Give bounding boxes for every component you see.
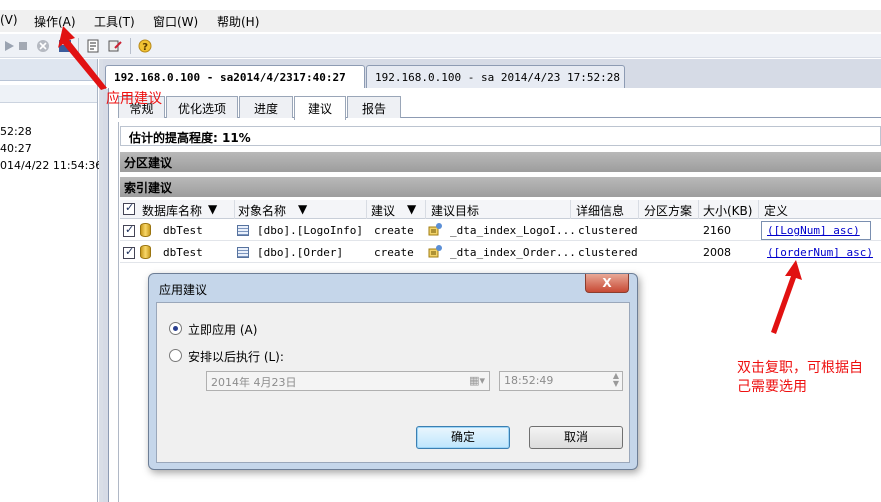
row-detail: clustered (578, 246, 638, 259)
row-target: _dta_index_LogoI... (450, 224, 576, 237)
row-detail: clustered (578, 224, 638, 237)
session-monitor-panel: 52:28 40:27 014/4/22 11:54:36 (0, 59, 102, 502)
schedule-later-label[interactable]: 安排以后执行 (L): (188, 348, 284, 365)
ok-button[interactable]: 确定 (416, 426, 510, 449)
col-database-filter[interactable]: ▼ (208, 202, 217, 216)
col-action[interactable]: 建议 (371, 202, 395, 219)
table-icon (237, 225, 249, 236)
export-icon[interactable] (108, 39, 122, 53)
annotation-copy-hint-1: 双击复职，可根据自 (737, 360, 863, 376)
tab-reports[interactable]: 报告 (347, 96, 401, 118)
table-icon (237, 247, 249, 258)
cancel-button[interactable]: 取消 (529, 426, 623, 449)
row-db-name: dbTest (163, 224, 203, 237)
schedule-time-field[interactable]: 18:52:49 ▲ ▼ (499, 371, 623, 391)
row-action: create (374, 246, 414, 259)
row-target: _dta_index_Order... (450, 246, 576, 259)
tab-session-1[interactable]: 192.168.0.100 - sa2014/4/2317:40:27 (105, 65, 365, 89)
schedule-date-field[interactable]: 2014年 4月23日 ▦▾ (206, 371, 490, 391)
calendar-dropdown-icon[interactable]: ▦▾ (469, 374, 485, 387)
tab-progress[interactable]: 进度 (239, 96, 293, 118)
apply-recommendations-dialog: 应用建议 X 立即应用 (A) 安排以后执行 (L): 2014年 4月23日 … (148, 273, 638, 470)
database-icon (140, 245, 151, 259)
tab-tuning-options[interactable]: 优化选项 (166, 96, 238, 118)
col-object-filter[interactable]: ▼ (298, 202, 307, 216)
row-checkbox[interactable] (123, 245, 135, 259)
schedule-later-radio[interactable] (169, 349, 182, 362)
help-icon[interactable]: ? (138, 39, 152, 53)
index-recommendations-header[interactable]: 索引建议 (120, 177, 881, 197)
play-icon[interactable] (2, 39, 16, 53)
row-db-name: dbTest (163, 246, 203, 259)
annotation-copy-hint-2: 己需要选用 (737, 379, 807, 395)
grid-header: 数据库名称 ▼ 对象名称 ▼ 建议 ▼ 建议目标 详细信息 分区方案 大小(KB… (120, 200, 881, 219)
menu-view[interactable]: (V) (0, 13, 18, 27)
tab-recommendations[interactable]: 建议 (294, 96, 346, 120)
menu-action[interactable]: 操作(A) (34, 13, 76, 30)
session-time-3[interactable]: 014/4/22 11:54:36 (0, 159, 102, 172)
row-object-name: [dbo].[Order] (257, 246, 344, 259)
report-icon[interactable] (86, 39, 100, 53)
session-time-1[interactable]: 52:28 (0, 125, 32, 138)
menu-tools[interactable]: 工具(T) (94, 13, 135, 30)
apply-now-label[interactable]: 立即应用 (A) (188, 321, 257, 338)
time-spinner-icon[interactable]: ▲ ▼ (613, 372, 619, 388)
col-object-name[interactable]: 对象名称 (238, 202, 286, 219)
col-details[interactable]: 详细信息 (576, 202, 624, 219)
menu-bar: (V) 操作(A) 工具(T) 窗口(W) 帮助(H) (0, 10, 881, 32)
row-checkbox[interactable] (123, 223, 135, 237)
toolbar: ? (0, 34, 881, 58)
select-all-checkbox[interactable] (123, 201, 135, 215)
dialog-close-button[interactable]: X (585, 274, 629, 293)
session-time-2[interactable]: 40:27 (0, 142, 32, 155)
table-row[interactable]: dbTest [dbo].[Order] create _dta_index_O… (120, 242, 881, 263)
tab-session-2[interactable]: 192.168.0.100 - sa 2014/4/23 17:52:28 (366, 65, 625, 89)
apply-now-radio[interactable] (169, 322, 182, 335)
col-definition[interactable]: 定义 (764, 202, 788, 219)
col-partition-scheme[interactable]: 分区方案 (644, 202, 692, 219)
table-row[interactable]: dbTest [dbo].[LogoInfo] create _dta_inde… (120, 220, 881, 241)
annotation-apply-hint: 应用建议 (106, 91, 162, 107)
partition-recommendations-header[interactable]: 分区建议 (120, 152, 881, 172)
index-icon (428, 245, 442, 258)
col-database-name[interactable]: 数据库名称 (142, 202, 202, 219)
estimated-improvement: 估计的提高程度: 11% (120, 126, 881, 146)
index-icon (428, 223, 442, 236)
row-size: 2008 (703, 246, 731, 259)
row-definition-link[interactable]: ([LogNum] asc) (767, 224, 860, 237)
stop-icon[interactable] (16, 39, 30, 53)
row-action: create (374, 224, 414, 237)
database-icon (140, 223, 151, 237)
dialog-title: 应用建议 (159, 283, 208, 297)
cancel-icon[interactable] (36, 39, 50, 53)
row-size: 2160 (703, 224, 731, 237)
menu-window[interactable]: 窗口(W) (153, 13, 198, 30)
svg-text:?: ? (142, 42, 148, 53)
save-icon[interactable] (58, 39, 72, 53)
row-object-name: [dbo].[LogoInfo] (257, 224, 363, 237)
col-target[interactable]: 建议目标 (431, 202, 479, 219)
col-action-filter[interactable]: ▼ (407, 202, 416, 216)
dialog-body: 立即应用 (A) 安排以后执行 (L): 2014年 4月23日 ▦▾ 18:5… (156, 302, 630, 463)
menu-help[interactable]: 帮助(H) (217, 13, 259, 30)
row-definition-link[interactable]: ([orderNum] asc) (767, 246, 873, 259)
col-size[interactable]: 大小(KB) (703, 202, 752, 219)
